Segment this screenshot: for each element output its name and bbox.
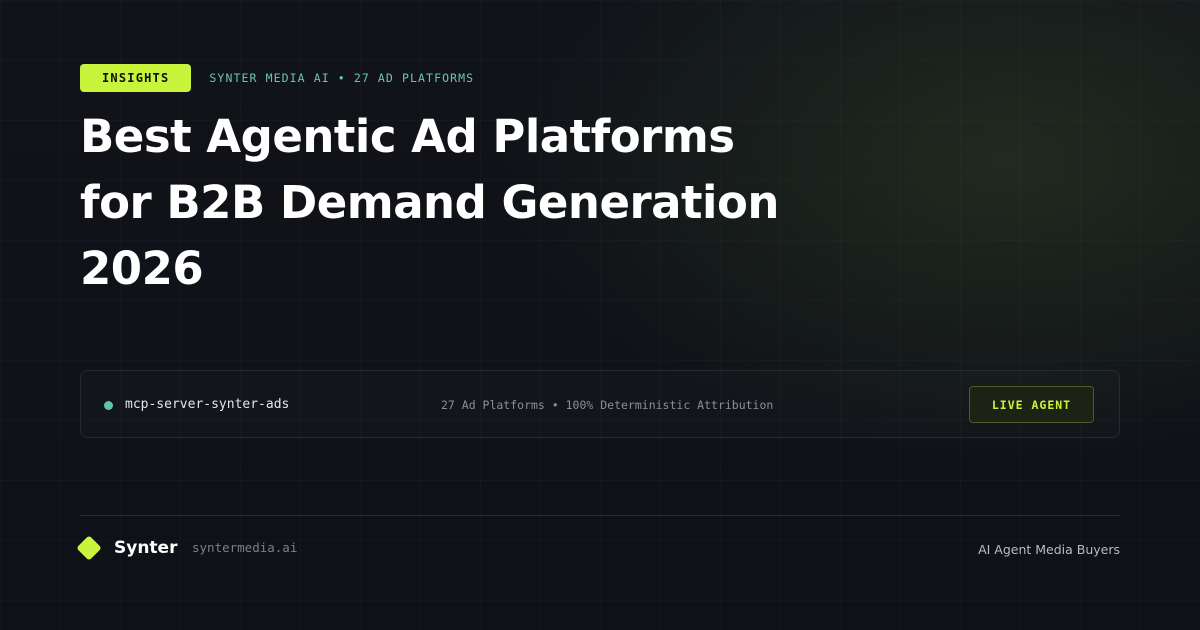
site-domain[interactable]: syntermedia.ai xyxy=(192,536,297,560)
page-title: Best Agentic Ad Platforms for B2B Demand… xyxy=(80,104,980,302)
footer-tagline: AI Agent Media Buyers xyxy=(978,542,1120,557)
server-name: mcp-server-synter-ads xyxy=(125,397,290,412)
header-row: INSIGHTS SYNTER MEDIA AI • 27 AD PLATFOR… xyxy=(80,64,474,92)
diamond-logo-icon xyxy=(76,535,102,561)
title-line-2: for B2B Demand Generation xyxy=(80,176,779,229)
header-meta: SYNTER MEDIA AI • 27 AD PLATFORMS xyxy=(209,71,475,85)
live-agent-button[interactable]: LIVE AGENT xyxy=(969,386,1094,423)
footer-divider xyxy=(80,515,1120,516)
category-badge[interactable]: INSIGHTS xyxy=(80,64,192,92)
platform-stats: 27 Ad Platforms • 100% Deterministic Att… xyxy=(441,398,774,412)
status-dot-icon xyxy=(104,401,113,410)
title-line-3: 2026 xyxy=(80,242,204,295)
background-grid xyxy=(0,0,1200,630)
brand-name[interactable]: Synter xyxy=(114,536,177,560)
agent-status-panel: mcp-server-synter-ads 27 Ad Platforms • … xyxy=(80,370,1120,438)
title-line-1: Best Agentic Ad Platforms xyxy=(80,110,735,163)
